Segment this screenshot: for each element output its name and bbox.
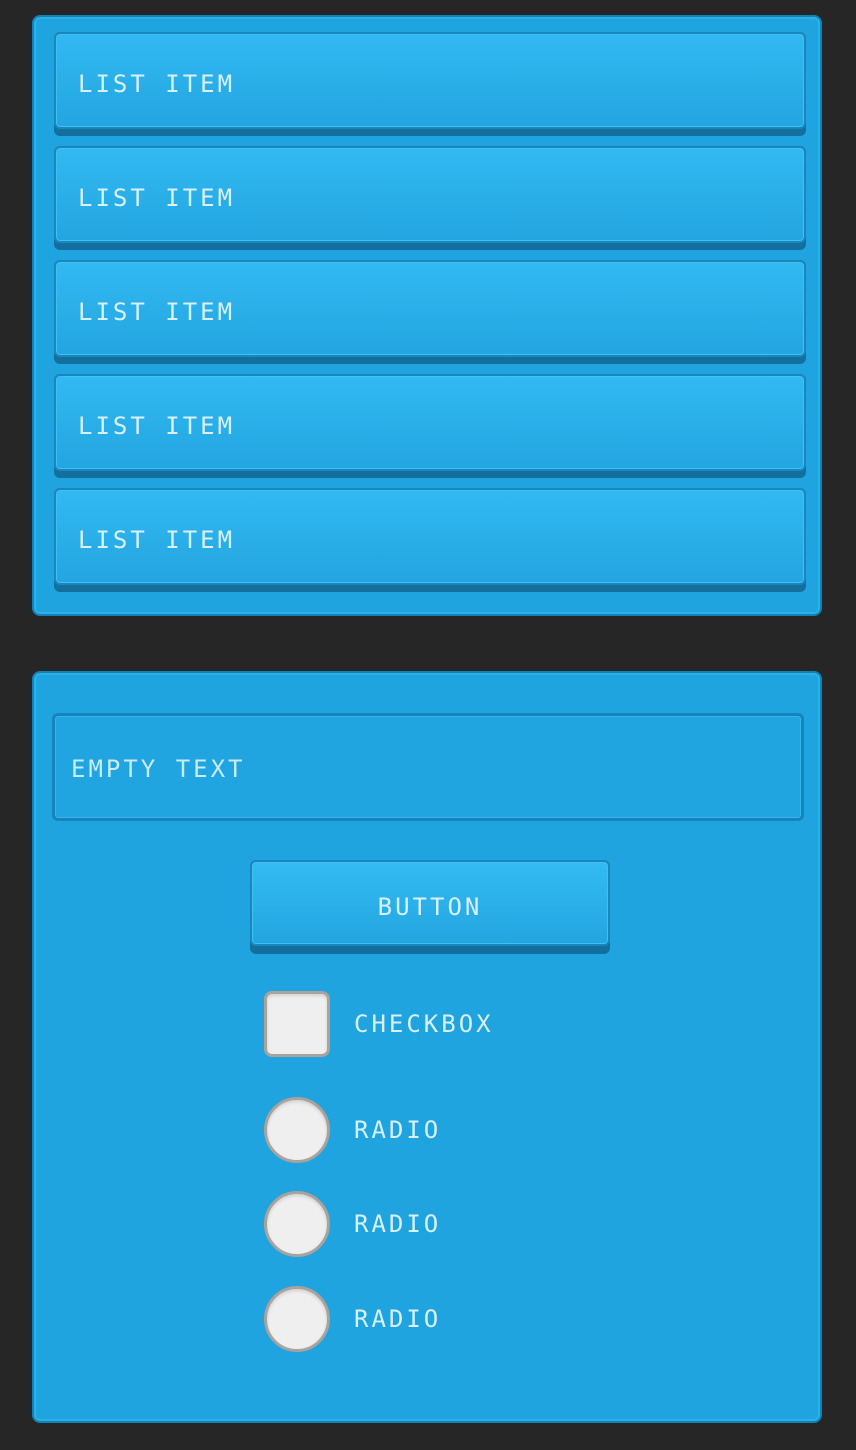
- list-item[interactable]: LIST ITEM: [54, 374, 806, 478]
- list-panel: LIST ITEM LIST ITEM LIST ITEM LIST ITEM …: [32, 15, 822, 616]
- radio-button[interactable]: [264, 1097, 330, 1163]
- radio-button[interactable]: [264, 1191, 330, 1257]
- radio-option[interactable]: RADIO: [264, 1191, 664, 1259]
- list-item-label: LIST ITEM: [78, 70, 236, 98]
- text-input[interactable]: EMPTY TEXT: [52, 713, 804, 821]
- list-item-label: LIST ITEM: [78, 184, 236, 212]
- radio-option[interactable]: RADIO: [264, 1097, 664, 1165]
- button-label: BUTTON: [377, 893, 483, 921]
- primary-button[interactable]: BUTTON: [250, 860, 610, 954]
- checkbox-label: CHECKBOX: [354, 1010, 494, 1038]
- radio-label: RADIO: [354, 1305, 442, 1333]
- radio-label: RADIO: [354, 1116, 442, 1144]
- list-item[interactable]: LIST ITEM: [54, 488, 806, 592]
- list-item[interactable]: LIST ITEM: [54, 32, 806, 136]
- radio-label: RADIO: [354, 1210, 442, 1238]
- radio-button[interactable]: [264, 1286, 330, 1352]
- form-panel: EMPTY TEXT BUTTON CHECKBOX RADIO RADIO R…: [32, 671, 822, 1423]
- text-input-placeholder: EMPTY TEXT: [71, 755, 246, 783]
- list-item-label: LIST ITEM: [78, 298, 236, 326]
- radio-option[interactable]: RADIO: [264, 1286, 664, 1354]
- list-item[interactable]: LIST ITEM: [54, 146, 806, 250]
- list-item[interactable]: LIST ITEM: [54, 260, 806, 364]
- checkbox[interactable]: CHECKBOX: [264, 991, 664, 1059]
- list-item-label: LIST ITEM: [78, 526, 236, 554]
- checkbox-box[interactable]: [264, 991, 330, 1057]
- list-item-label: LIST ITEM: [78, 412, 236, 440]
